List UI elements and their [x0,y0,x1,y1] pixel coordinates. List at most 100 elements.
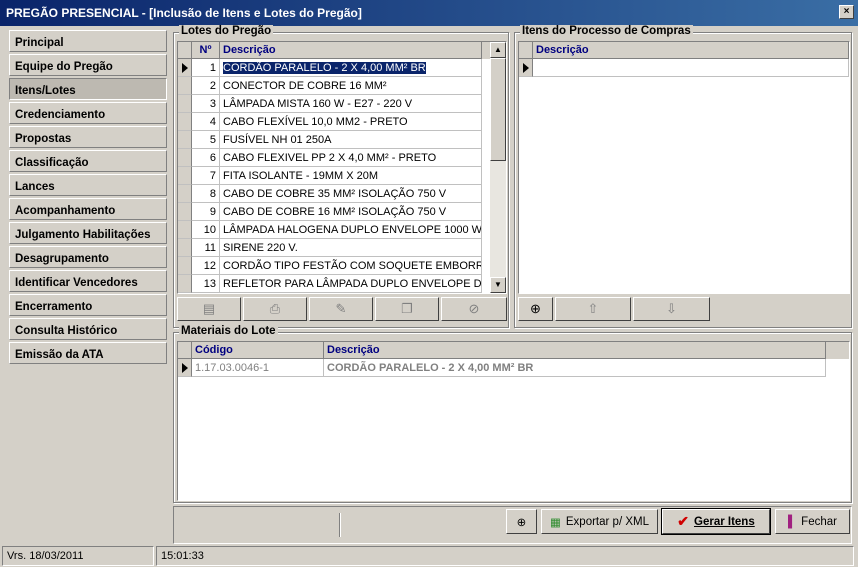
cell-desc[interactable]: CABO FLEXÍVEL 10,0 MM2 - PRETO [220,113,482,131]
nav-item[interactable]: Classificação [9,150,167,172]
materiais-grid-header: Código Descrição [178,342,849,359]
zoom-icon[interactable]: ⊕ [518,297,553,321]
table-row[interactable]: 12 CORDÃO TIPO FESTÃO COM SOQUETE EMBORRA [178,257,506,275]
arrow-up-icon[interactable]: ⇧ [555,297,631,321]
generate-label: Gerar Itens [694,515,755,528]
nav-item[interactable]: Principal [9,30,167,52]
cell-desc-text: REFLETOR PARA LÂMPADA DUPLO ENVELOPE DE [223,278,482,290]
cell-num[interactable]: 4 [192,113,220,131]
new-lote-icon[interactable]: ▤ [177,297,241,321]
cell-desc-text: LÂMPADA HALOGENA DUPLO ENVELOPE 1000 W- [223,224,482,236]
cell-desc[interactable] [533,59,849,77]
cell-desc[interactable]: LÂMPADA MISTA 160 W - E27 - 220 V [220,95,482,113]
table-row[interactable]: 6 CABO FLEXIVEL PP 2 X 4,0 MM² - PRETO [178,149,506,167]
cell-num[interactable]: 2 [192,77,220,95]
cell-desc-text: CORDÃO PARALELO - 2 X 4,00 MM² BR [223,62,426,74]
scroll-down-button[interactable]: ▼ [490,277,506,293]
cell-desc[interactable]: CORDÃO PARALELO - 2 X 4,00 MM² BR [324,359,826,377]
cell-desc-text: FUSÍVEL NH 01 250A [223,134,332,146]
cell-num[interactable]: 1 [192,59,220,77]
table-row[interactable]: 9 CABO DE COBRE 16 MM² ISOLAÇÃO 750 V [178,203,506,221]
nav-item[interactable]: Desagrupamento [9,246,167,268]
itens-group-title: Itens do Processo de Compras [520,25,693,37]
cell-num[interactable]: 10 [192,221,220,239]
cell-desc[interactable]: CABO DE COBRE 35 MM² ISOLAÇÃO 750 V [220,185,482,203]
arrow-down-icon[interactable]: ⇩ [633,297,710,321]
cell-num[interactable]: 5 [192,131,220,149]
table-row[interactable]: 8 CABO DE COBRE 35 MM² ISOLAÇÃO 750 V [178,185,506,203]
nav-item[interactable]: Itens/Lotes [9,78,167,100]
table-row[interactable]: 7 FITA ISOLANTE - 19MM X 20M [178,167,506,185]
cell-num[interactable]: 11 [192,239,220,257]
copy-icon[interactable]: ❐ [375,297,439,321]
cell-code[interactable]: 1.17.03.0046-1 [192,359,324,377]
nav-item[interactable]: Julgamento Habilitações [9,222,167,244]
cell-desc[interactable]: CORDÃO TIPO FESTÃO COM SOQUETE EMBORRA [220,257,482,275]
row-indicator [178,239,192,257]
zoom-button[interactable]: ⊕ [506,509,537,534]
cell-num[interactable]: 6 [192,149,220,167]
cell-num[interactable]: 9 [192,203,220,221]
print-icon[interactable]: ⎙ [243,297,307,321]
nav-item[interactable]: Consulta Histórico [9,318,167,340]
nav-item[interactable]: Encerramento [9,294,167,316]
row-indicator [178,149,192,167]
table-row[interactable]: 3 LÂMPADA MISTA 160 W - E27 - 220 V [178,95,506,113]
generate-items-button[interactable]: ✔ Gerar Itens [661,508,771,535]
cell-desc[interactable]: CABO FLEXIVEL PP 2 X 4,0 MM² - PRETO [220,149,482,167]
cell-desc[interactable]: REFLETOR PARA LÂMPADA DUPLO ENVELOPE DE [220,275,482,293]
table-row[interactable]: 11 SIRENE 220 V. [178,239,506,257]
title-bar: PREGÃO PRESENCIAL - [Inclusão de Itens e… [0,0,858,26]
materiais-grid[interactable]: Código Descrição 1.17.03.0046-1 CORDÃO PA… [177,341,850,501]
itens-grid[interactable]: Descrição [518,41,850,294]
cell-desc[interactable]: CABO DE COBRE 16 MM² ISOLAÇÃO 750 V [220,203,482,221]
close-button[interactable]: ▌ Fechar [775,509,850,534]
nav-item[interactable]: Propostas [9,126,167,148]
cell-desc[interactable]: CONECTOR DE COBRE 16 MM² [220,77,482,95]
table-row[interactable]: 10 LÂMPADA HALOGENA DUPLO ENVELOPE 1000 W… [178,221,506,239]
cell-num[interactable]: 3 [192,95,220,113]
cell-num[interactable]: 7 [192,167,220,185]
table-row[interactable]: 2 CONECTOR DE COBRE 16 MM² [178,77,506,95]
cell-desc[interactable]: SIRENE 220 V. [220,239,482,257]
door-exit-icon: ▌ [788,515,797,528]
col-header-num[interactable]: Nº [192,42,220,59]
export-icon: ▦ [550,516,561,529]
nav-item[interactable]: Credenciamento [9,102,167,124]
row-indicator [178,113,192,131]
cancel-icon[interactable]: ⊘ [441,297,507,321]
nav-item[interactable]: Acompanhamento [9,198,167,220]
table-row[interactable]: 4 CABO FLEXÍVEL 10,0 MM2 - PRETO [178,113,506,131]
table-row[interactable] [519,59,849,77]
lotes-grid[interactable]: Nº Descrição 1 CORDÃO PARALELO - 2 X 4,00… [177,41,507,294]
nav-item[interactable]: Identificar Vencedores [9,270,167,292]
export-xml-button[interactable]: ▦ Exportar p/ XML [541,509,658,534]
cell-num[interactable]: 8 [192,185,220,203]
col-header-desc[interactable]: Descrição [324,342,826,359]
table-row[interactable]: 13 REFLETOR PARA LÂMPADA DUPLO ENVELOPE D… [178,275,506,293]
col-header-desc[interactable]: Descrição [533,42,849,59]
nav-item[interactable]: Equipe do Pregão [9,54,167,76]
sidebar-nav: Principal Equipe do Pregão Itens/Lotes Cred… [9,30,167,366]
cell-desc[interactable]: FITA ISOLANTE - 19MM X 20M [220,167,482,185]
indicator-header [178,342,192,359]
nav-item[interactable]: Emissão da ATA [9,342,167,364]
table-row[interactable]: 1.17.03.0046-1 CORDÃO PARALELO - 2 X 4,00… [178,359,849,377]
scroll-up-button[interactable]: ▲ [490,42,506,58]
cell-desc[interactable]: CORDÃO PARALELO - 2 X 4,00 MM² BR [220,59,482,77]
row-indicator [178,59,192,77]
col-header-desc[interactable]: Descrição [220,42,482,59]
table-row[interactable]: 5 FUSÍVEL NH 01 250A [178,131,506,149]
cell-num[interactable]: 12 [192,257,220,275]
close-window-button[interactable]: × [839,5,854,19]
cell-desc[interactable]: FUSÍVEL NH 01 250A [220,131,482,149]
lotes-scrollbar[interactable]: ▲ ▼ [490,42,506,293]
cell-num[interactable]: 13 [192,275,220,293]
checkmark-icon: ✔ [677,513,689,529]
table-row[interactable]: 1 CORDÃO PARALELO - 2 X 4,00 MM² BR [178,59,506,77]
cell-desc[interactable]: LÂMPADA HALOGENA DUPLO ENVELOPE 1000 W- [220,221,482,239]
col-header-code[interactable]: Código [192,342,324,359]
nav-item[interactable]: Lances [9,174,167,196]
edit-lote-icon[interactable]: ✎ [309,297,373,321]
scroll-thumb[interactable] [490,58,506,161]
